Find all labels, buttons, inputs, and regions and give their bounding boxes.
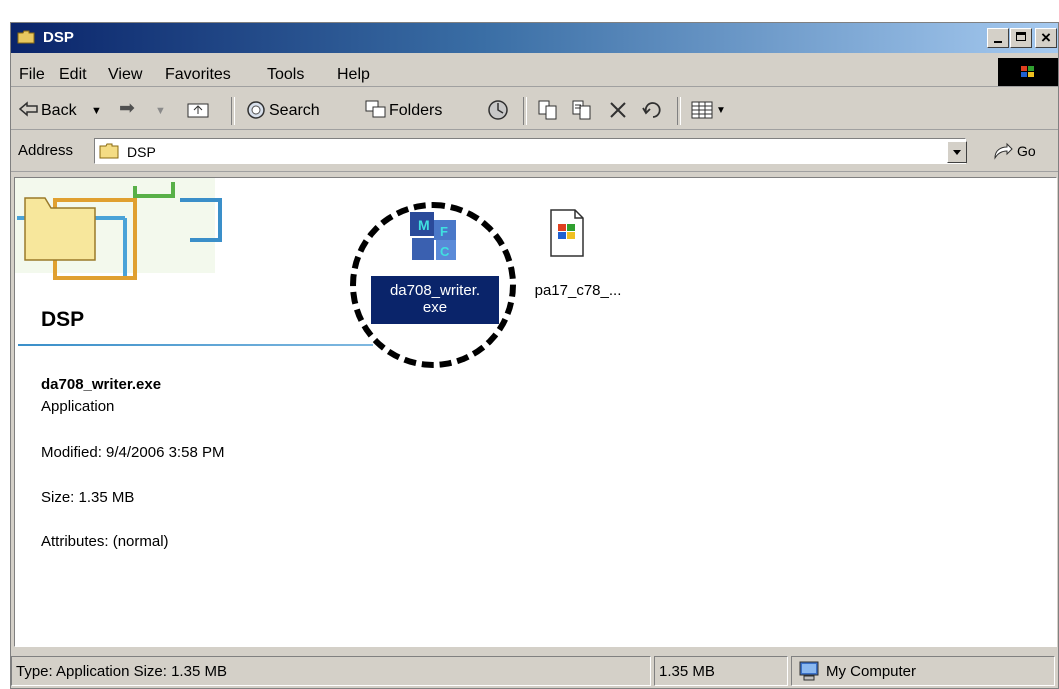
folder-banner-graphic — [15, 178, 222, 280]
history-button[interactable] — [485, 95, 513, 123]
windows-flag-icon — [1021, 66, 1034, 77]
status-size: 1.35 MB — [654, 656, 788, 686]
views-dropdown-icon[interactable]: ▼ — [716, 105, 726, 116]
copy-to-button[interactable] — [569, 95, 597, 123]
address-field[interactable]: DSP — [94, 138, 966, 164]
file-size: Size: 1.35 MB — [41, 489, 135, 506]
back-arrow-icon — [19, 101, 38, 117]
menu-favorites[interactable]: Favorites — [165, 66, 231, 84]
file-attributes: Attributes: (normal) — [41, 533, 169, 550]
explorer-window: DSP × File Edit View Favorites Tools Hel… — [10, 22, 1059, 689]
dashed-highlight-circle — [350, 202, 516, 368]
back-dropdown-icon[interactable]: ▼ — [91, 105, 102, 117]
go-arrow-icon — [994, 142, 1013, 160]
minimize-button[interactable] — [987, 28, 1009, 48]
forward-arrow-icon: ➡ — [119, 98, 135, 119]
close-icon: × — [1041, 28, 1051, 47]
forward-button[interactable]: ➡ ▼ — [117, 95, 177, 123]
standard-toolbar: Back ▼ ➡ ▼ Search Folders ▼ — [11, 89, 1058, 130]
status-bar: Type: Application Size: 1.35 MB 1.35 MB … — [11, 653, 1058, 689]
views-grid-icon — [691, 101, 713, 119]
views-button[interactable]: ▼ — [689, 95, 729, 123]
search-button[interactable]: Search — [243, 95, 351, 123]
status-zone: My Computer — [791, 656, 1055, 686]
window-title: DSP — [43, 29, 74, 46]
menu-tools[interactable]: Tools — [267, 66, 304, 84]
file-label: pa17_c78_... — [534, 282, 622, 299]
address-dropdown-button[interactable] — [947, 141, 967, 163]
undo-button[interactable] — [639, 95, 667, 123]
menu-help[interactable]: Help — [337, 66, 370, 84]
menu-file[interactable]: File — [19, 66, 45, 84]
close-button[interactable]: × — [1035, 28, 1057, 48]
folders-button[interactable]: Folders — [363, 95, 475, 123]
undo-icon — [642, 102, 661, 118]
menu-edit[interactable]: Edit — [59, 66, 87, 84]
up-folder-button[interactable] — [185, 95, 213, 123]
selected-file-type: Application — [41, 398, 115, 415]
toolbar-separator — [523, 97, 527, 125]
delete-x-icon — [610, 102, 626, 118]
address-label: Address — [18, 142, 74, 159]
windows-logo — [998, 58, 1058, 86]
menu-bar: File Edit View Favorites Tools Help — [11, 56, 1058, 87]
back-button[interactable]: Back ▼ — [17, 95, 107, 123]
go-button[interactable]: Go — [985, 139, 1055, 165]
folder-view[interactable]: DSP da708_writer.exe Application Modifie… — [14, 177, 1057, 647]
minimize-icon — [994, 41, 1002, 43]
windows-document-icon — [550, 209, 584, 257]
status-info: Type: Application Size: 1.35 MB — [11, 656, 651, 686]
address-bar: Address DSP Go — [11, 131, 1058, 172]
title-bar[interactable]: DSP × — [11, 23, 1058, 53]
modified-date: Modified: 9/4/2006 3:58 PM — [41, 444, 225, 461]
move-to-icon — [538, 100, 557, 120]
up-folder-icon — [187, 103, 209, 118]
maximize-button[interactable] — [1010, 28, 1032, 48]
delete-button[interactable] — [605, 95, 633, 123]
folder-icon — [17, 30, 35, 44]
toolbar-separator — [231, 97, 235, 125]
move-to-button[interactable] — [535, 95, 563, 123]
maximize-icon — [1016, 32, 1026, 41]
title-underline — [18, 344, 373, 346]
folder-icon — [99, 143, 119, 159]
address-value: DSP — [127, 144, 156, 160]
selected-file-name: da708_writer.exe — [41, 376, 162, 393]
menu-view[interactable]: View — [108, 66, 142, 84]
search-icon — [247, 101, 265, 119]
toolbar-separator — [677, 97, 681, 125]
forward-dropdown-icon[interactable]: ▼ — [155, 105, 166, 117]
copy-to-icon — [572, 100, 591, 120]
history-icon — [488, 100, 508, 120]
folder-title: DSP — [41, 308, 85, 331]
my-computer-icon — [799, 661, 819, 681]
folders-icon — [365, 100, 386, 118]
